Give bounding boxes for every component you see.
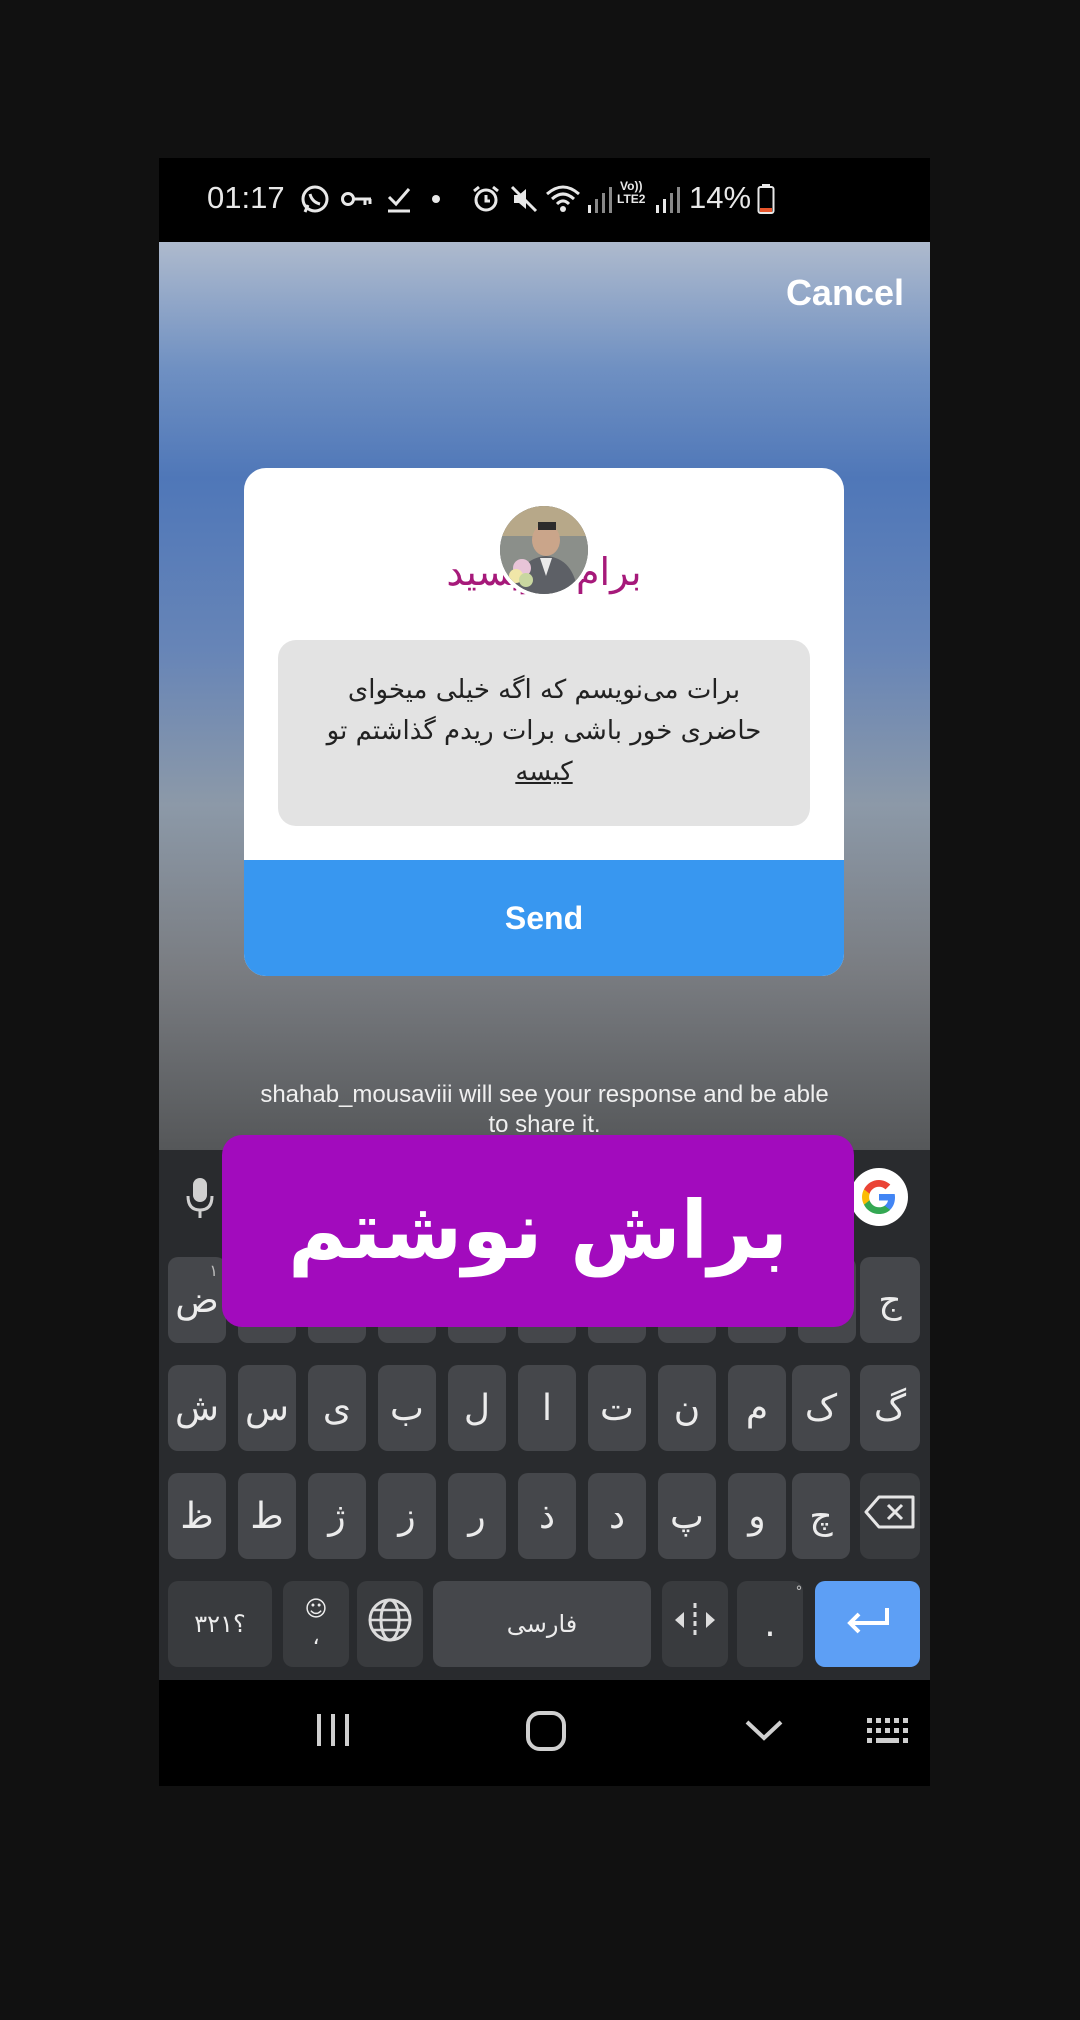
key-label: س — [245, 1387, 289, 1429]
key-label: ا — [541, 1387, 552, 1429]
key[interactable]: ت — [588, 1365, 646, 1451]
key-label: ب — [390, 1387, 424, 1429]
key-label: گ — [873, 1387, 907, 1429]
key[interactable]: ا — [518, 1365, 576, 1451]
key-label: ک — [804, 1387, 838, 1429]
key[interactable]: م — [728, 1365, 786, 1451]
key-hint: ۱ — [209, 1261, 218, 1280]
globe-icon — [367, 1597, 413, 1652]
key[interactable]: پ — [658, 1473, 716, 1559]
key-label: ز — [398, 1495, 416, 1537]
key-label: د — [608, 1495, 626, 1537]
key[interactable]: ل — [448, 1365, 506, 1451]
enter-icon — [845, 1604, 891, 1645]
share-note-line: shahab_mousaviii will see your response … — [260, 1081, 829, 1108]
key[interactable]: ن — [658, 1365, 716, 1451]
emoji-key[interactable]: ☺ ، — [283, 1581, 349, 1667]
mute-icon — [509, 182, 539, 216]
share-note: shahab_mousaviii will see your response … — [219, 1080, 870, 1140]
key-label: ژ — [328, 1495, 346, 1537]
key-label: ج — [878, 1279, 902, 1321]
battery-percent: 14% — [689, 180, 752, 215]
answer-line-underlined: کیسه — [515, 757, 573, 787]
back-chevron-down-icon[interactable] — [743, 1716, 785, 1748]
cursor-move-icon — [672, 1600, 718, 1649]
signal-icon — [587, 182, 613, 216]
key-icon — [341, 182, 373, 216]
avatar — [496, 502, 592, 598]
key[interactable]: ط — [238, 1473, 296, 1559]
enter-key[interactable] — [815, 1581, 920, 1667]
key-label: چ — [809, 1495, 833, 1537]
key[interactable]: ج — [860, 1257, 920, 1343]
cancel-button[interactable]: Cancel — [786, 272, 904, 314]
comma-label: ، — [312, 1625, 320, 1650]
answer-line: برات می‌نویسم که اگه خیلی میخوای — [347, 675, 741, 705]
backspace-key[interactable] — [860, 1473, 920, 1559]
key[interactable]: گ — [860, 1365, 920, 1451]
mic-icon[interactable] — [185, 1176, 215, 1224]
alarm-icon — [471, 182, 501, 216]
backspace-icon — [863, 1494, 917, 1539]
story-background: Cancel برام بنویسید برات می‌نویسم که اگه… — [159, 242, 930, 1150]
answer-line: حاضری خور باشی برات ریدم گذاشتم تو — [326, 716, 762, 746]
overlay-banner: براش نوشتم — [222, 1135, 854, 1327]
language-key[interactable] — [357, 1581, 423, 1667]
key-label: پ — [670, 1495, 704, 1537]
space-key[interactable]: فارسی — [433, 1581, 651, 1667]
key[interactable]: س — [238, 1365, 296, 1451]
numbers-key[interactable]: ؟۳۲۱ — [168, 1581, 272, 1667]
key-label: ر — [468, 1495, 486, 1537]
key[interactable]: ز — [378, 1473, 436, 1559]
key-label: ن — [673, 1387, 701, 1429]
key-label: ظ — [180, 1495, 214, 1537]
key-label: ش — [175, 1387, 219, 1429]
navigation-bar — [159, 1680, 930, 1786]
status-bar: 01:17 Vo)) LTE2 14% — [159, 158, 930, 242]
answer-input[interactable]: برات می‌نویسم که اگه خیلی میخوای حاضری خ… — [278, 640, 810, 826]
dot-icon — [431, 182, 441, 216]
key[interactable]: د — [588, 1473, 646, 1559]
cursor-key[interactable] — [662, 1581, 728, 1667]
volte-icon: Vo)) LTE2 — [617, 180, 645, 214]
signal-icon — [655, 182, 681, 216]
key[interactable]: ک — [792, 1365, 850, 1451]
send-button[interactable]: Send — [244, 860, 844, 976]
home-icon[interactable] — [525, 1710, 567, 1756]
key-label: و — [748, 1495, 766, 1537]
phone-screen: 01:17 Vo)) LTE2 14% — [159, 158, 930, 1786]
key[interactable]: ۱ض — [168, 1257, 226, 1343]
download-done-icon — [385, 182, 413, 216]
key-label: ط — [250, 1495, 284, 1537]
keyboard-hide-icon[interactable] — [865, 1716, 909, 1750]
key-label: ض — [175, 1279, 219, 1321]
key-label: . — [764, 1603, 776, 1645]
key[interactable]: چ — [792, 1473, 850, 1559]
lte-label: LTE2 — [617, 192, 646, 206]
recent-apps-icon[interactable] — [315, 1710, 351, 1754]
key-label: ذ — [538, 1495, 556, 1537]
key[interactable]: ذ — [518, 1473, 576, 1559]
wifi-icon — [545, 182, 583, 216]
key[interactable]: ی — [308, 1365, 366, 1451]
google-icon[interactable] — [850, 1168, 908, 1226]
key[interactable]: ش — [168, 1365, 226, 1451]
key-label: ل — [463, 1387, 491, 1429]
key-label: ت — [600, 1387, 634, 1429]
key-label: م — [745, 1387, 769, 1429]
whatsapp-icon — [299, 182, 331, 216]
status-time: 01:17 — [207, 180, 285, 215]
period-key[interactable]: ْ . — [737, 1581, 803, 1667]
key-label: ی — [322, 1387, 352, 1429]
key[interactable]: و — [728, 1473, 786, 1559]
emoji-icon: ☺ — [304, 1597, 328, 1622]
key[interactable]: ژ — [308, 1473, 366, 1559]
key[interactable]: ر — [448, 1473, 506, 1559]
battery-icon — [757, 182, 775, 216]
key[interactable]: ب — [378, 1365, 436, 1451]
key[interactable]: ظ — [168, 1473, 226, 1559]
